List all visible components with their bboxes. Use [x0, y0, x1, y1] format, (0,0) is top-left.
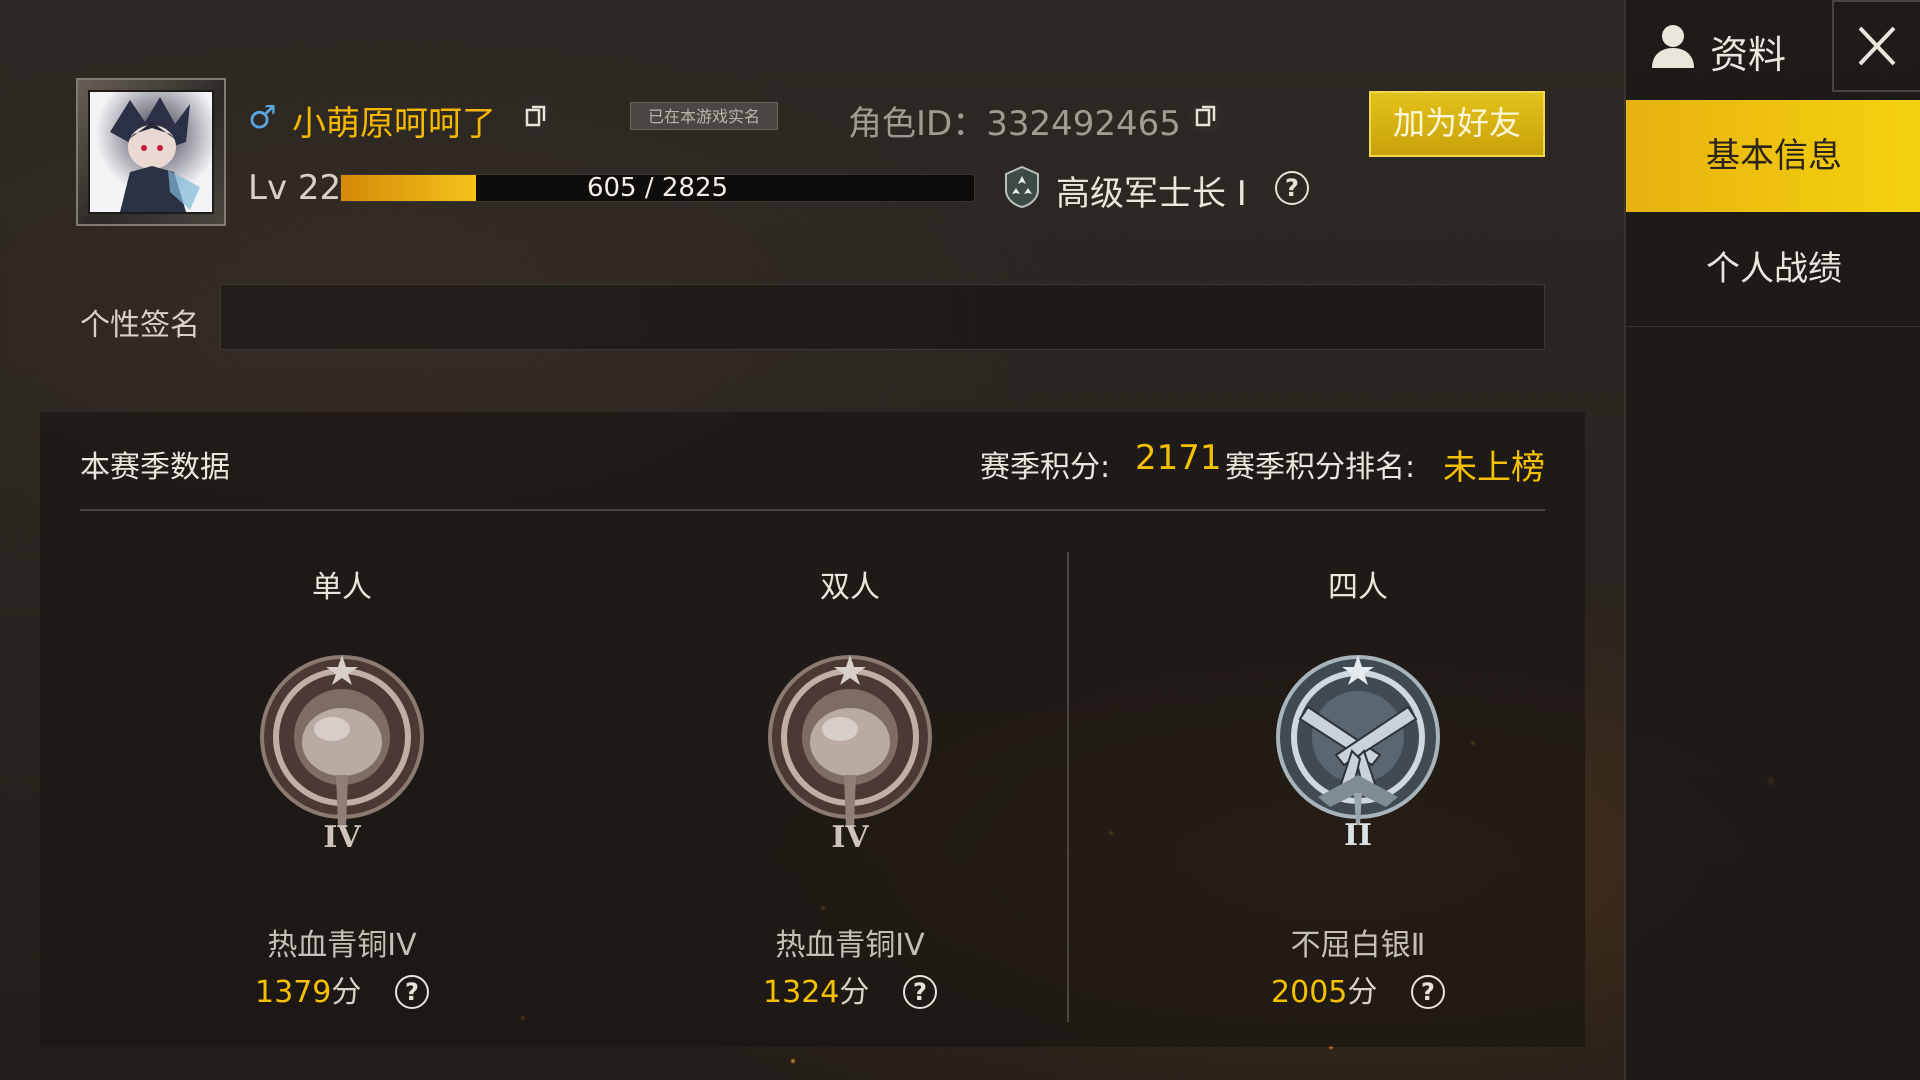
tier-score: 1324分 ?: [640, 967, 1060, 1011]
season-data-panel: 本赛季数据 赛季积分: 2171 赛季积分排名: 未上榜 单人 IV 热血青铜I…: [40, 412, 1585, 1047]
xp-text: 605 / 2825: [586, 173, 729, 203]
player-name: 小萌原呵呵了: [292, 104, 496, 144]
gender-male-icon: ♂: [248, 98, 277, 136]
rank-title: 高级军士长 I: [1056, 174, 1247, 214]
tab-profile-label: 资料: [1710, 33, 1787, 77]
role-id: 角色ID：332492465: [848, 104, 1181, 144]
mode-duo: 双人 IV 热血青铜IV 1324分 ?: [640, 412, 1060, 1047]
medal-numeral: IV: [831, 820, 869, 855]
medal-numeral: II: [1344, 818, 1372, 853]
close-button[interactable]: [1832, 0, 1920, 92]
mode-title: 双人: [820, 570, 880, 605]
sidebar: 资料 基本信息 个人战绩: [1624, 0, 1920, 1080]
medal-numeral: IV: [323, 820, 361, 855]
mode-solo: 单人 IV 热血青铜IV 1379分 ?: [132, 412, 552, 1047]
menu-basic-info[interactable]: 基本信息: [1626, 100, 1920, 212]
tab-profile[interactable]: 资料: [1626, 0, 1830, 94]
tier-name: 热血青铜IV: [775, 928, 925, 963]
add-friend-button[interactable]: 加为好友: [1369, 91, 1545, 157]
menu-personal-stats[interactable]: 个人战绩: [1626, 212, 1920, 327]
tier-score: 2005分 ?: [1148, 967, 1568, 1011]
mode-title: 单人: [312, 570, 372, 605]
pan-medal-icon[interactable]: IV: [252, 647, 432, 857]
avatar[interactable]: [76, 78, 226, 226]
mode-squad: 四人 II 不屈白银Ⅱ 2005分 ?: [1148, 412, 1568, 1047]
rank-insignia-icon: [1005, 166, 1039, 208]
score-help-icon[interactable]: ?: [1410, 974, 1445, 1009]
pistol-medal-icon[interactable]: II: [1268, 647, 1448, 857]
tier-score: 1379分 ?: [132, 967, 552, 1011]
xp-progress-bar: 605 / 2825: [340, 174, 975, 202]
score-help-icon[interactable]: ?: [394, 974, 429, 1009]
tier-score-unit: 分: [839, 975, 870, 1010]
tier-score-value: 2005: [1271, 975, 1348, 1010]
pan-medal-icon[interactable]: IV: [760, 647, 940, 857]
real-name-verified-badge: 已在本游戏实名: [630, 102, 778, 130]
tier-score-unit: 分: [1347, 975, 1378, 1010]
tier-score-value: 1379: [255, 975, 332, 1010]
tier-name: 热血青铜IV: [267, 928, 417, 963]
tier-name: 不屈白银Ⅱ: [1290, 928, 1426, 963]
ember-decoration: [790, 1058, 796, 1064]
copy-name-icon[interactable]: [518, 98, 554, 134]
player-level: Lv 22: [248, 168, 342, 208]
rank-help-icon[interactable]: ?: [1275, 171, 1309, 205]
tier-score-value: 1324: [763, 975, 840, 1010]
signature-label: 个性签名: [80, 308, 200, 343]
person-icon: [1652, 25, 1694, 68]
signature-input[interactable]: [220, 284, 1545, 350]
tier-score-unit: 分: [331, 975, 362, 1010]
avatar-image: [88, 90, 214, 214]
mode-title: 四人: [1328, 570, 1388, 605]
close-icon: [1858, 26, 1896, 66]
divider: [1067, 552, 1069, 1022]
score-help-icon[interactable]: ?: [902, 974, 937, 1009]
copy-role-id-icon[interactable]: [1188, 98, 1224, 134]
